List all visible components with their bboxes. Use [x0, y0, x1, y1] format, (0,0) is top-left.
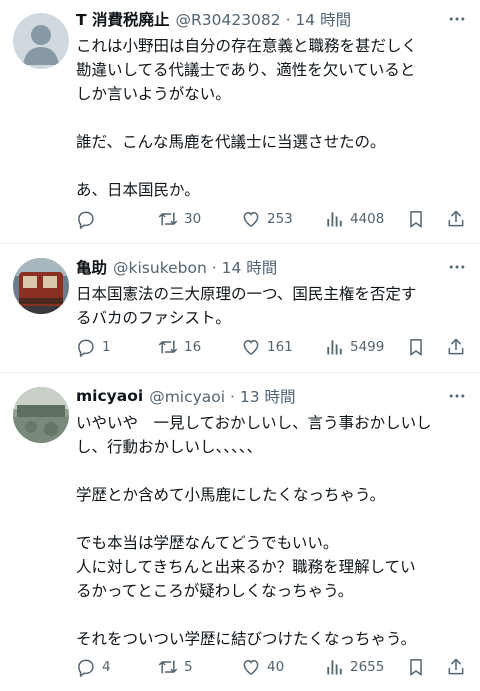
share-button[interactable]	[446, 335, 466, 359]
retweet-count: 5	[184, 659, 193, 675]
bookmark-icon	[410, 211, 422, 228]
reply-button[interactable]: 4	[76, 655, 111, 679]
views-button[interactable]: 2655	[324, 655, 384, 679]
handle-and-time[interactable]: @micyaoi · 13 時間	[149, 385, 295, 407]
bookmark-button[interactable]	[406, 335, 426, 359]
reply-icon	[78, 211, 94, 229]
tweet-text: 日本国憲法の三大原理の一つ、国民主権を否定す るバカのファシスト。	[76, 282, 468, 330]
bookmark-button[interactable]	[406, 655, 426, 679]
text-line: あ、日本国民か。	[76, 181, 200, 199]
more-icon[interactable]	[446, 8, 468, 30]
text-line: 人に対してきちんと出来るか？職務を理解してい	[76, 558, 416, 576]
share-button[interactable]	[446, 207, 466, 231]
text-line: 学歴とか含めて小馬鹿にしたくなっちゃう。	[76, 486, 386, 504]
text-line: それをついつい学歴に結びつけたくなっちゃう。	[76, 630, 417, 648]
text-line: しか言いようがない。	[76, 85, 231, 103]
action-bar: 30 253 4408	[76, 207, 466, 231]
views-count: 2655	[350, 659, 385, 675]
retweet-icon	[158, 340, 178, 354]
share-icon	[448, 338, 464, 355]
retweet-count: 30	[184, 211, 202, 227]
like-button[interactable]: 253	[241, 207, 293, 231]
text-line: 誰だ、こんな馬鹿を代議士に当選させたの。	[76, 133, 386, 151]
tweet-3[interactable]: micyaoi @micyaoi · 13 時間 いやいや 一見しておかしいし、…	[0, 373, 480, 691]
like-button[interactable]: 40	[241, 655, 284, 679]
like-count: 40	[267, 659, 285, 675]
display-name[interactable]: micyaoi	[76, 387, 143, 405]
avatar[interactable]	[13, 13, 69, 69]
reply-icon	[78, 659, 94, 677]
views-count: 5499	[350, 339, 385, 355]
retweet-icon	[158, 212, 178, 226]
text-line: し、行動おかしいし、、、、、	[76, 438, 263, 456]
avatar[interactable]	[13, 258, 69, 314]
bookmark-icon	[410, 659, 422, 676]
retweet-icon	[158, 660, 178, 674]
more-icon[interactable]	[446, 385, 468, 407]
views-icon	[327, 340, 342, 355]
retweet-button[interactable]: 30	[158, 207, 201, 231]
more-icon[interactable]	[446, 256, 468, 278]
share-icon	[448, 658, 464, 675]
reply-button[interactable]: 1	[76, 335, 111, 359]
text-line: 日本国憲法の三大原理の一つ、国民主権を否定す	[76, 285, 417, 303]
avatar[interactable]	[13, 387, 69, 443]
like-icon	[243, 339, 259, 355]
text-line: これは小野田は自分の存在意義と職務を甚だしく	[76, 37, 418, 55]
like-count: 253	[267, 211, 293, 227]
text-line: でも本当は学歴なんてどうでもいい。	[76, 534, 339, 552]
share-icon	[448, 210, 464, 227]
reply-count: 1	[102, 339, 111, 355]
views-button[interactable]: 4408	[324, 207, 384, 231]
bookmark-button[interactable]	[406, 207, 426, 231]
like-count: 161	[267, 339, 293, 355]
tweet-2[interactable]: 亀助 @kisukebon · 14 時間 日本国憲法の三大原理の一つ、国民主権…	[0, 244, 480, 373]
reply-count: 4	[102, 659, 111, 675]
text-line: 勘違いしてる代議士であり、適性を欠いていると	[76, 61, 416, 79]
views-count: 4408	[350, 211, 385, 227]
like-icon	[243, 211, 259, 227]
display-name[interactable]: T 消費税廃止	[76, 8, 169, 30]
bookmark-icon	[410, 339, 422, 356]
text-line: いやいや 一見しておかしいし、言う事おかしいし	[76, 414, 432, 432]
retweet-button[interactable]: 5	[158, 655, 193, 679]
retweet-button[interactable]: 16	[158, 335, 201, 359]
views-icon	[327, 212, 342, 227]
display-name[interactable]: 亀助	[76, 256, 107, 278]
reply-icon	[78, 339, 94, 357]
retweet-count: 16	[184, 339, 202, 355]
reply-button[interactable]	[76, 207, 102, 231]
like-button[interactable]: 161	[241, 335, 293, 359]
tweet-text: いやいや 一見しておかしいし、言う事おかしいし し、行動おかしいし、、、、、 学…	[76, 411, 468, 651]
action-bar: 4 5 40 2655	[76, 655, 466, 679]
handle-and-time[interactable]: @kisukebon · 14 時間	[113, 256, 277, 278]
handle-and-time[interactable]: @R30423082 · 14 時間	[175, 8, 351, 30]
text-line: るかってところが疑わしくなっちゃう。	[76, 582, 354, 600]
like-icon	[243, 659, 259, 675]
share-button[interactable]	[446, 655, 466, 679]
tweet-text: これは小野田は自分の存在意義と職務を甚だしく 勘違いしてる代議士であり、適性を欠…	[76, 34, 468, 202]
text-line: るバカのファシスト。	[76, 309, 231, 327]
views-icon	[327, 660, 342, 675]
tweet-1[interactable]: T 消費税廃止 @R30423082 · 14 時間 これは小野田は自分の存在意…	[0, 0, 480, 244]
action-bar: 1 16 161 5499	[76, 335, 466, 359]
views-button[interactable]: 5499	[324, 335, 384, 359]
